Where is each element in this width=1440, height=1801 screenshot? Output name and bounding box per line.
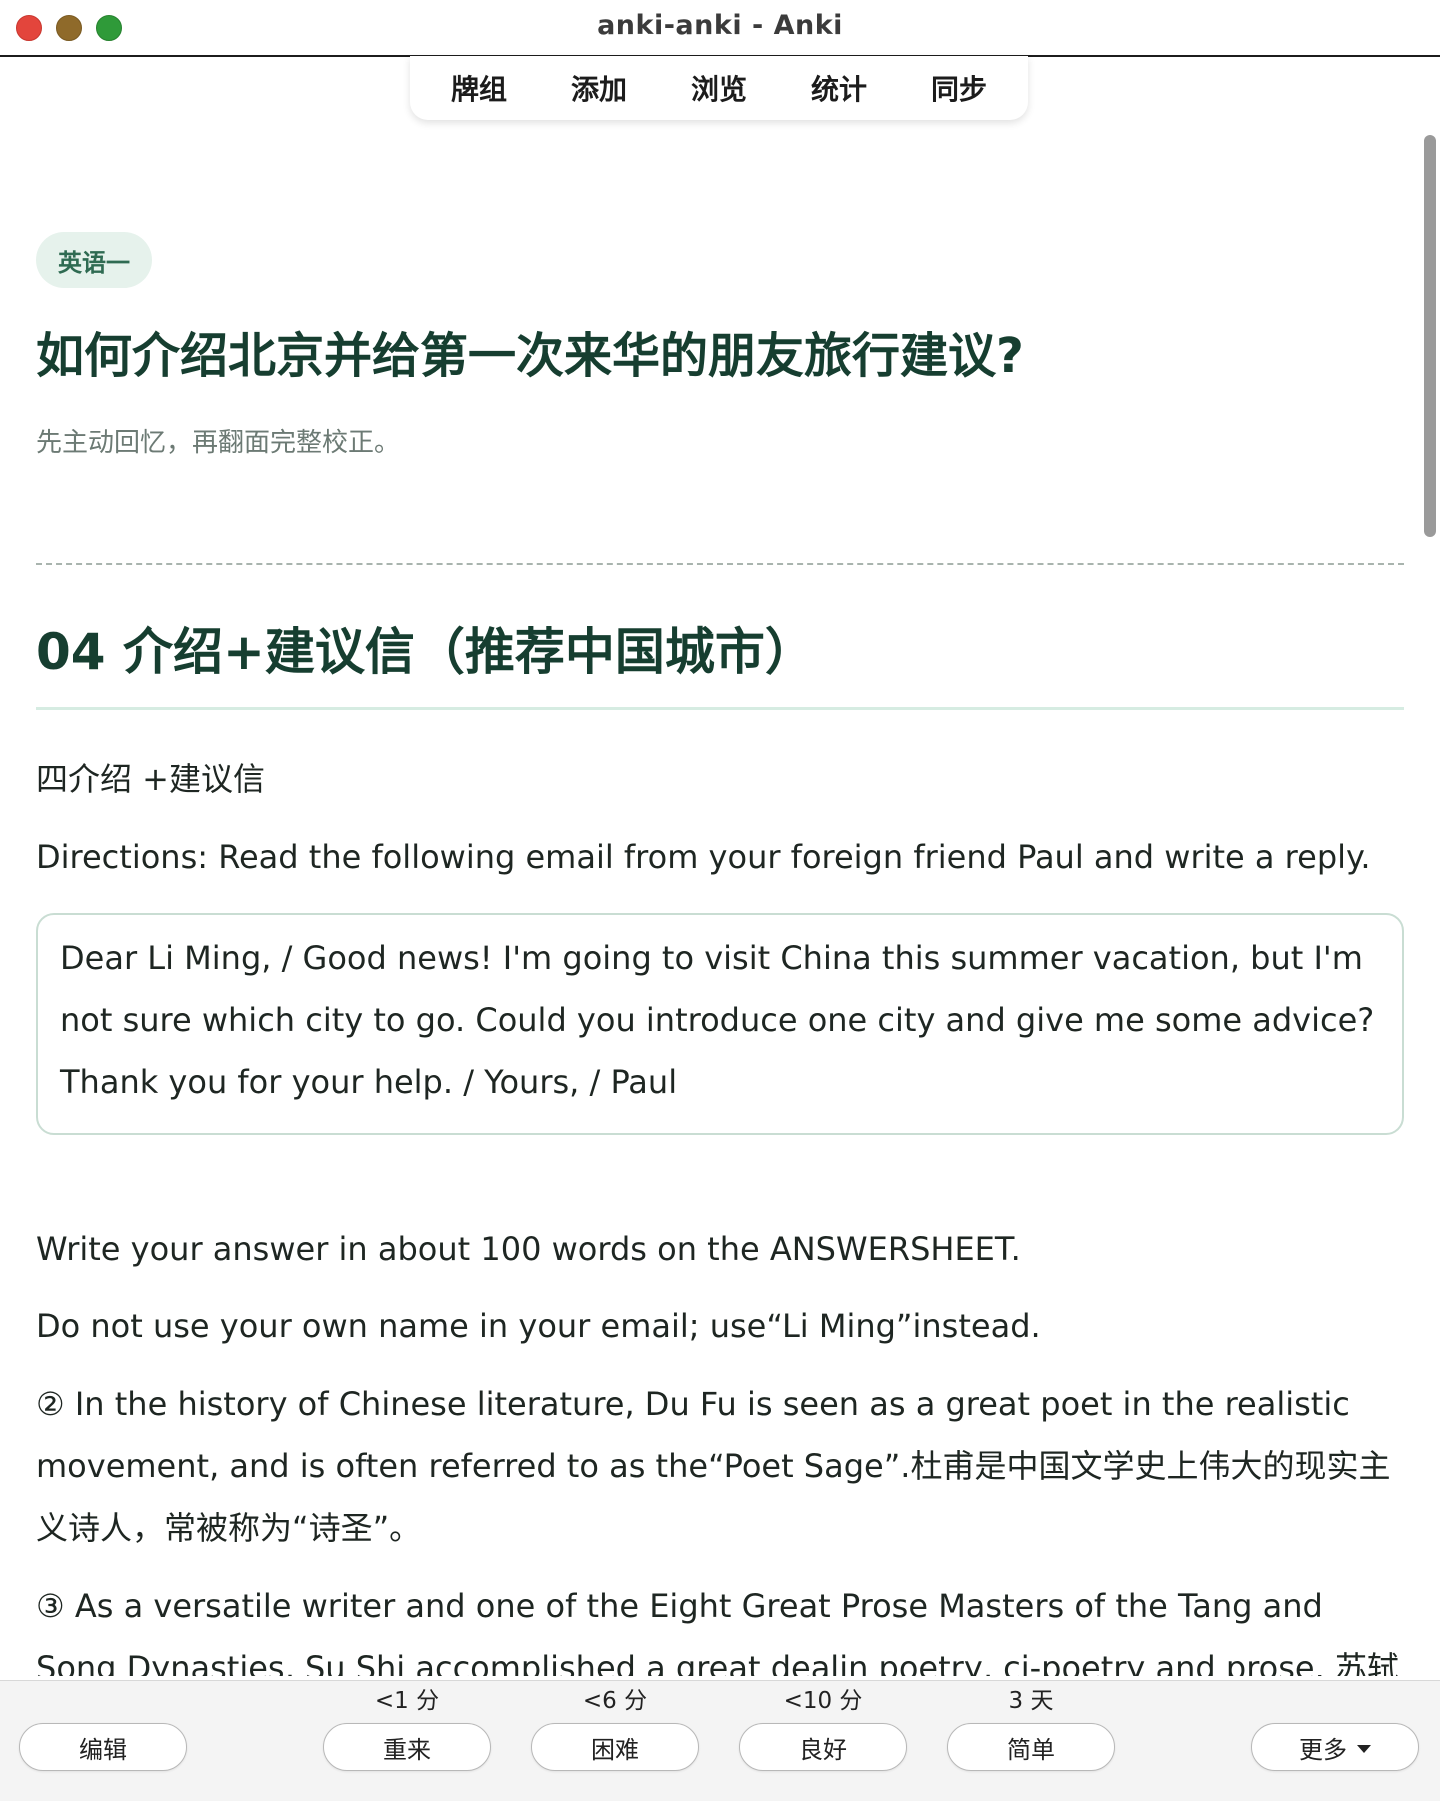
answer-paragraph: Directions: Read the following email fro… (36, 838, 1371, 876)
more-label: 更多 (1299, 1735, 1347, 1764)
more-button[interactable]: 更多 (1251, 1723, 1419, 1771)
window-title: anki-anki - Anki (597, 10, 843, 41)
again-interval: <1 分 (374, 1688, 440, 1714)
title-bar: anki-anki - Anki (0, 0, 1440, 57)
section-title: 04 介绍+建议信（推荐中国城市） (36, 623, 815, 681)
deck-badge: 英语一 (36, 232, 152, 288)
good-interval: <10 分 (783, 1688, 863, 1714)
answer-paragraph: ② In the history of Chinese literature, … (36, 1385, 1391, 1547)
card-content: 英语一 如何介绍北京并给第一次来华的朋友旅行建议? 先主动回忆，再翻面完整校正。… (36, 56, 1404, 1676)
card-hint: 先主动回忆，再翻面完整校正。 (36, 428, 401, 458)
answer-paragraph: Write your answer in about 100 words on … (36, 1230, 1021, 1268)
section-rule (36, 707, 1404, 710)
scrollbar-thumb[interactable] (1424, 135, 1436, 537)
hard-interval: <6 分 (582, 1688, 648, 1714)
easy-interval: 3 天 (1008, 1688, 1054, 1714)
again-button[interactable]: 重来 (323, 1723, 491, 1771)
answer-bar: 编辑 <1 分 重来 <6 分 困难 <10 分 良好 3 天 简单 更多 (0, 1680, 1440, 1801)
caret-down-icon (1357, 1744, 1371, 1753)
easy-button[interactable]: 简单 (947, 1723, 1115, 1771)
hard-button[interactable]: 困难 (531, 1723, 699, 1771)
answer-paragraph: ③ As a versatile writer and one of the E… (36, 1587, 1399, 1676)
email-quote-box: Dear Li Ming, / Good news! I'm going to … (36, 913, 1404, 1135)
edit-button[interactable]: 编辑 (19, 1723, 187, 1771)
answer-divider (36, 563, 1404, 565)
good-button[interactable]: 良好 (739, 1723, 907, 1771)
answer-paragraph: Do not use your own name in your email; … (36, 1307, 1041, 1345)
answer-paragraph: 四介绍 +建议信 (36, 760, 265, 798)
card-question: 如何介绍北京并给第一次来华的朋友旅行建议? (36, 328, 1024, 384)
